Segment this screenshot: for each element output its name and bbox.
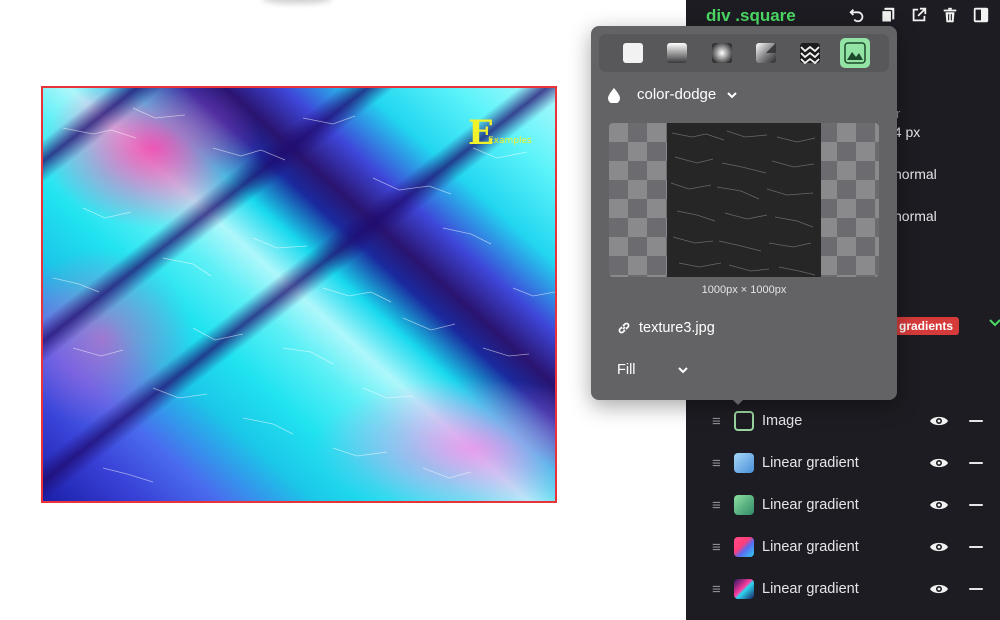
panel-toggle-button[interactable] <box>970 4 992 26</box>
eye-icon[interactable] <box>929 540 949 554</box>
background-layer-popover: color-dodge 1000px × 1000px texture3.jpg… <box>591 26 897 405</box>
image-source-link[interactable]: texture3.jpg <box>617 320 715 336</box>
image-dimensions: 1000px × 1000px <box>701 284 787 296</box>
radial-gradient-icon <box>711 43 732 63</box>
size-mode-select[interactable]: Fill <box>617 362 689 378</box>
layer-swatch[interactable] <box>734 537 754 557</box>
type-solid-button[interactable] <box>618 38 648 68</box>
top-shadow <box>262 0 332 4</box>
texture-thumbnail <box>667 123 821 277</box>
remove-layer-button[interactable] <box>969 504 983 506</box>
panel-toolbar <box>846 4 992 26</box>
blend-mode-label: color-dodge <box>637 86 717 103</box>
font-weight-value[interactable]: normal <box>894 208 937 224</box>
eye-icon[interactable] <box>929 582 949 596</box>
type-conic-gradient-button[interactable] <box>751 38 781 68</box>
conic-gradient-icon <box>756 43 777 63</box>
undo-button[interactable] <box>846 4 868 26</box>
remove-layer-button[interactable] <box>969 462 983 464</box>
open-external-button[interactable] <box>908 4 930 26</box>
layer-swatch[interactable] <box>734 579 754 599</box>
image-file-name: texture3.jpg <box>639 320 715 336</box>
blend-drop-icon <box>608 87 620 103</box>
layer-label: Image <box>762 413 803 429</box>
layer-swatch[interactable] <box>734 453 754 473</box>
layer-swatch[interactable] <box>734 411 754 431</box>
chevron-down-icon <box>727 91 737 98</box>
panel-toggle-icon <box>973 7 989 23</box>
eye-icon[interactable] <box>929 414 949 428</box>
font-style-value[interactable]: normal <box>894 166 937 182</box>
canvas-preview-square[interactable]: E Examples <box>41 86 557 503</box>
drag-handle-icon[interactable]: ≡ <box>712 540 726 555</box>
chevron-down-icon[interactable] <box>988 316 1000 330</box>
chevron-down-icon <box>678 367 688 374</box>
type-pattern-button[interactable] <box>795 38 825 68</box>
remove-layer-button[interactable] <box>969 588 983 590</box>
link-icon <box>618 322 630 334</box>
layer-swatch[interactable] <box>734 495 754 515</box>
size-mode-label: Fill <box>617 362 636 378</box>
layer-label: Linear gradient <box>762 497 859 513</box>
delete-button[interactable] <box>939 4 961 26</box>
gradients-badge: gradients <box>893 317 960 335</box>
type-radial-gradient-button[interactable] <box>707 38 737 68</box>
copy-button[interactable] <box>877 4 899 26</box>
image-icon <box>844 42 866 64</box>
undo-icon <box>849 8 864 23</box>
blend-mode-select[interactable]: color-dodge <box>607 86 738 103</box>
image-preview[interactable] <box>609 123 879 277</box>
layer-label: Linear gradient <box>762 581 859 597</box>
pattern-icon <box>800 43 821 64</box>
linear-gradient-icon <box>667 43 688 63</box>
trash-icon <box>943 7 957 23</box>
eye-icon[interactable] <box>929 498 949 512</box>
selected-element-title: div .square <box>706 6 796 25</box>
layer-label: Linear gradient <box>762 455 859 471</box>
layer-row[interactable]: ≡ Linear gradient <box>686 485 1000 525</box>
watermark-text: Examples <box>488 136 532 146</box>
open-external-icon <box>912 7 927 22</box>
remove-layer-button[interactable] <box>969 420 983 422</box>
eye-icon[interactable] <box>929 456 949 470</box>
remove-layer-button[interactable] <box>969 546 983 548</box>
layer-row[interactable]: ≡ Linear gradient <box>686 443 1000 483</box>
drag-handle-icon[interactable]: ≡ <box>712 414 726 429</box>
drag-handle-icon[interactable]: ≡ <box>712 498 726 513</box>
type-image-button[interactable] <box>839 38 870 68</box>
drag-handle-icon[interactable]: ≡ <box>712 456 726 471</box>
layer-row[interactable]: ≡ Linear gradient <box>686 527 1000 567</box>
background-type-selector <box>599 34 889 72</box>
layer-row[interactable]: ≡ Image <box>686 401 1000 441</box>
copy-icon <box>881 7 895 23</box>
drag-handle-icon[interactable]: ≡ <box>712 582 726 597</box>
solid-color-icon <box>623 43 644 63</box>
layer-row[interactable]: ≡ Linear gradient <box>686 569 1000 609</box>
popover-caret <box>731 398 745 405</box>
layer-label: Linear gradient <box>762 539 859 555</box>
type-linear-gradient-button[interactable] <box>662 38 692 68</box>
